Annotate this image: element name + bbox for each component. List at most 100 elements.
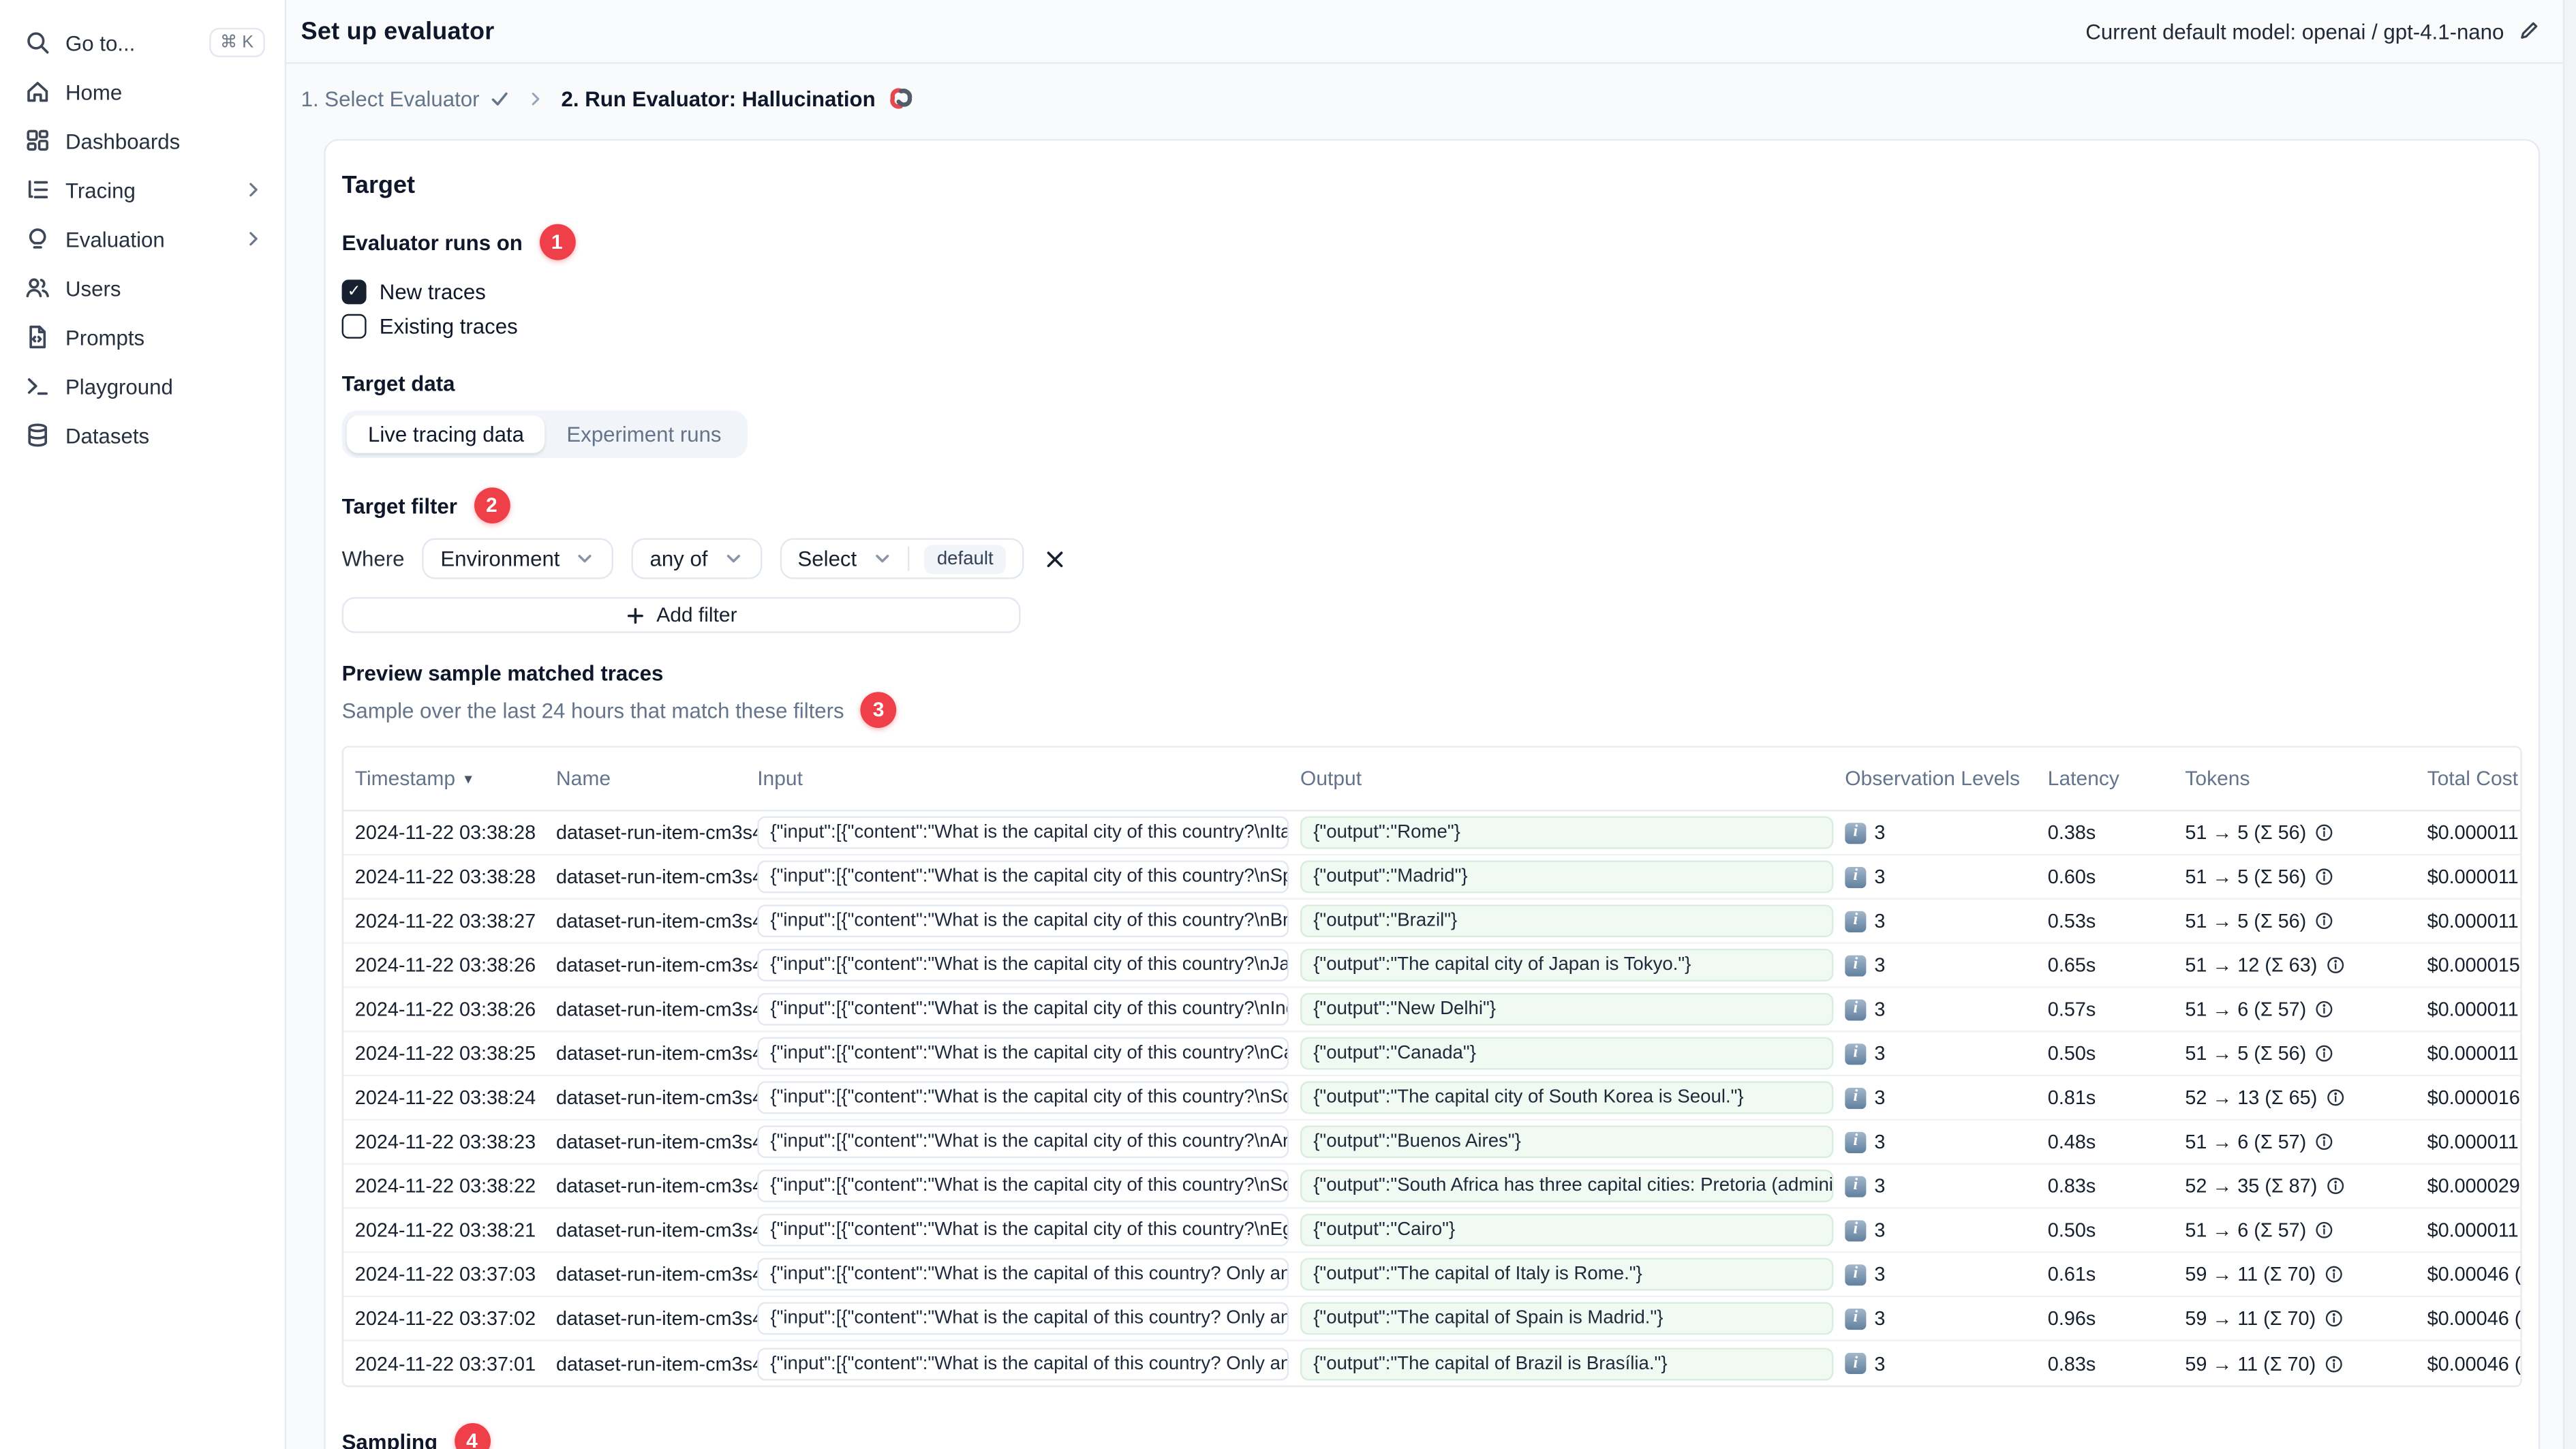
tab-experiment-runs[interactable]: Experiment runs	[545, 416, 743, 453]
table-row[interactable]: 2024-11-22 03:37:03 dataset-run-item-cm3…	[343, 1253, 2521, 1298]
row-name: dataset-run-item-cm3s4	[556, 1174, 758, 1198]
row-input-box[interactable]: {"input":[{"content":"What is the capita…	[757, 992, 1289, 1026]
row-output-box[interactable]: {"output":"The capital city of Japan is …	[1300, 949, 1834, 981]
row-input-box[interactable]: {"input":[{"content":"What is the capita…	[757, 860, 1289, 894]
goto-label: Go to...	[65, 30, 136, 55]
col-name[interactable]: Name	[556, 767, 757, 791]
info-circle-icon[interactable]	[2325, 1088, 2345, 1108]
sidebar-item-playground[interactable]: Playground	[0, 361, 285, 410]
row-output-box[interactable]: {"output":"Canada"}	[1300, 1037, 1834, 1070]
row-output-box[interactable]: {"output":"The capital of Brazil is Bras…	[1300, 1347, 1834, 1380]
sidebar-item-home[interactable]: Home	[0, 67, 285, 116]
table-row[interactable]: 2024-11-22 03:38:22 dataset-run-item-cm3…	[343, 1165, 2521, 1209]
traces-table: Timestamp ▼ Name Input Output Observatio…	[341, 746, 2522, 1388]
row-name: dataset-run-item-cm3s4	[556, 1219, 758, 1242]
tab-live-tracing-data[interactable]: Live tracing data	[346, 415, 546, 453]
row-input-box[interactable]: {"input":[{"content":"What is the capita…	[757, 1037, 1289, 1070]
col-total-cost[interactable]: Total Cost	[2427, 767, 2521, 791]
row-input-box[interactable]: {"input":[{"content":"What is the capita…	[757, 1347, 1289, 1380]
add-filter-button[interactable]: Add filter	[341, 597, 1021, 633]
row-observation-levels: i 3	[1845, 821, 2048, 844]
filter-operator-dropdown[interactable]: any of	[632, 538, 762, 579]
table-row[interactable]: 2024-11-22 03:38:28 dataset-run-item-cm3…	[343, 811, 2521, 856]
table-header: Timestamp ▼ Name Input Output Observatio…	[343, 748, 2521, 812]
info-circle-icon[interactable]	[2324, 1309, 2344, 1328]
app-window: Go to... ⌘ K Home Dashboards Tracing Eva…	[0, 0, 2576, 1449]
info-circle-icon[interactable]	[2314, 1132, 2334, 1152]
existing-traces-checkbox[interactable]	[341, 314, 367, 339]
table-row[interactable]: 2024-11-22 03:38:28 dataset-run-item-cm3…	[343, 855, 2521, 900]
info-circle-icon[interactable]	[2324, 1264, 2344, 1284]
page-scrollbar[interactable]	[2562, 0, 2576, 1449]
col-observation-levels[interactable]: Observation Levels	[1845, 767, 2048, 791]
sidebar-item-evaluation[interactable]: Evaluation	[0, 214, 285, 263]
goto-search[interactable]: Go to... ⌘ K	[0, 18, 285, 67]
info-circle-icon[interactable]	[2314, 1220, 2334, 1240]
table-row[interactable]: 2024-11-22 03:38:21 dataset-run-item-cm3…	[343, 1209, 2521, 1253]
sidebar-item-prompts[interactable]: Prompts	[0, 312, 285, 361]
row-input-box[interactable]: {"input":[{"content":"What is the capita…	[757, 1213, 1289, 1247]
checkbox-row-existing-traces[interactable]: Existing traces	[341, 309, 2522, 344]
table-row[interactable]: 2024-11-22 03:38:23 dataset-run-item-cm3…	[343, 1120, 2521, 1165]
info-circle-icon[interactable]	[2324, 1354, 2344, 1373]
table-row[interactable]: 2024-11-22 03:38:26 dataset-run-item-cm3…	[343, 944, 2521, 988]
row-output-box[interactable]: {"output":"The capital of Spain is Madri…	[1300, 1302, 1834, 1335]
col-input[interactable]: Input	[757, 767, 1300, 791]
target-data-label: Target data	[341, 371, 455, 396]
row-output-box[interactable]: {"output":"Buenos Aires"}	[1300, 1125, 1834, 1159]
row-input-box[interactable]: {"input":[{"content":"What is the capita…	[757, 816, 1289, 849]
table-row[interactable]: 2024-11-22 03:38:27 dataset-run-item-cm3…	[343, 900, 2521, 944]
sidebar-item-dashboards[interactable]: Dashboards	[0, 116, 285, 165]
row-input-box[interactable]: {"input":[{"content":"What is the capita…	[757, 1170, 1289, 1203]
row-output-box[interactable]: {"output":"Rome"}	[1300, 816, 1834, 849]
filter-column-dropdown[interactable]: Environment	[422, 538, 614, 579]
row-observation-levels: i 3	[1845, 1219, 2048, 1242]
info-circle-icon[interactable]	[2314, 999, 2334, 1019]
row-output-box[interactable]: {"output":"South Africa has three capita…	[1300, 1170, 1834, 1203]
step-badge-2: 2	[473, 487, 510, 523]
sort-desc-icon: ▼	[461, 771, 475, 787]
sidebar-item-tracing[interactable]: Tracing	[0, 165, 285, 214]
row-input-box[interactable]: {"input":[{"content":"What is the capita…	[757, 949, 1289, 981]
col-timestamp[interactable]: Timestamp ▼	[355, 767, 556, 791]
step-badge-3: 3	[860, 692, 897, 728]
table-row[interactable]: 2024-11-22 03:38:24 dataset-run-item-cm3…	[343, 1076, 2521, 1121]
col-latency[interactable]: Latency	[2048, 767, 2186, 791]
table-row[interactable]: 2024-11-22 03:38:26 dataset-run-item-cm3…	[343, 988, 2521, 1033]
row-output-box[interactable]: {"output":"Cairo"}	[1300, 1213, 1834, 1247]
row-output-box[interactable]: {"output":"Brazil"}	[1300, 904, 1834, 938]
info-circle-icon[interactable]	[2314, 911, 2334, 931]
sidebar-item-datasets[interactable]: Datasets	[0, 410, 285, 459]
row-input-box[interactable]: {"input":[{"content":"What is the capita…	[757, 1302, 1289, 1335]
row-input-box[interactable]: {"input":[{"content":"What is the capita…	[757, 1081, 1289, 1114]
table-row[interactable]: 2024-11-22 03:37:01 dataset-run-item-cm3…	[343, 1341, 2520, 1386]
info-circle-icon[interactable]	[2314, 823, 2334, 842]
row-tokens: 51 → 5 (Σ 56)	[2185, 1042, 2427, 1065]
new-traces-checkbox[interactable]: ✓	[341, 279, 367, 305]
checkbox-row-new-traces[interactable]: ✓ New traces	[341, 275, 2522, 309]
row-input-box[interactable]: {"input":[{"content":"What is the capita…	[757, 904, 1289, 938]
info-circle-icon[interactable]	[2314, 1043, 2334, 1063]
info-circle-icon[interactable]	[2325, 956, 2345, 975]
table-row[interactable]: 2024-11-22 03:38:25 dataset-run-item-cm3…	[343, 1032, 2521, 1077]
row-output-box[interactable]: {"output":"The capital city of South Kor…	[1300, 1081, 1834, 1114]
breadcrumb-step-1[interactable]: 1. Select Evaluator	[301, 87, 511, 111]
sidebar: Go to... ⌘ K Home Dashboards Tracing Eva…	[0, 0, 287, 1449]
row-output-box[interactable]: {"output":"The capital of Italy is Rome.…	[1300, 1257, 1834, 1291]
filter-value-dropdown[interactable]: Select default	[780, 538, 1025, 579]
table-row[interactable]: 2024-11-22 03:37:02 dataset-run-item-cm3…	[343, 1297, 2521, 1342]
row-output-box[interactable]: {"output":"New Delhi"}	[1300, 992, 1834, 1026]
col-tokens[interactable]: Tokens	[2185, 767, 2427, 791]
pencil-icon[interactable]	[2517, 20, 2541, 43]
remove-filter-icon[interactable]	[1043, 545, 1069, 571]
sidebar-item-users[interactable]: Users	[0, 263, 285, 312]
info-circle-icon[interactable]	[2314, 867, 2334, 887]
row-timestamp: 2024-11-22 03:38:27	[354, 909, 536, 932]
row-output-box[interactable]: {"output":"Madrid"}	[1300, 860, 1834, 894]
info-circle-icon[interactable]	[2325, 1176, 2345, 1196]
row-latency: 0.83s	[2047, 1174, 2096, 1198]
row-input-box[interactable]: {"input":[{"content":"What is the capita…	[757, 1125, 1289, 1159]
col-output[interactable]: Output	[1300, 767, 1845, 791]
info-square-icon: i	[1845, 998, 1867, 1020]
row-input-box[interactable]: {"input":[{"content":"What is the capita…	[757, 1257, 1289, 1291]
